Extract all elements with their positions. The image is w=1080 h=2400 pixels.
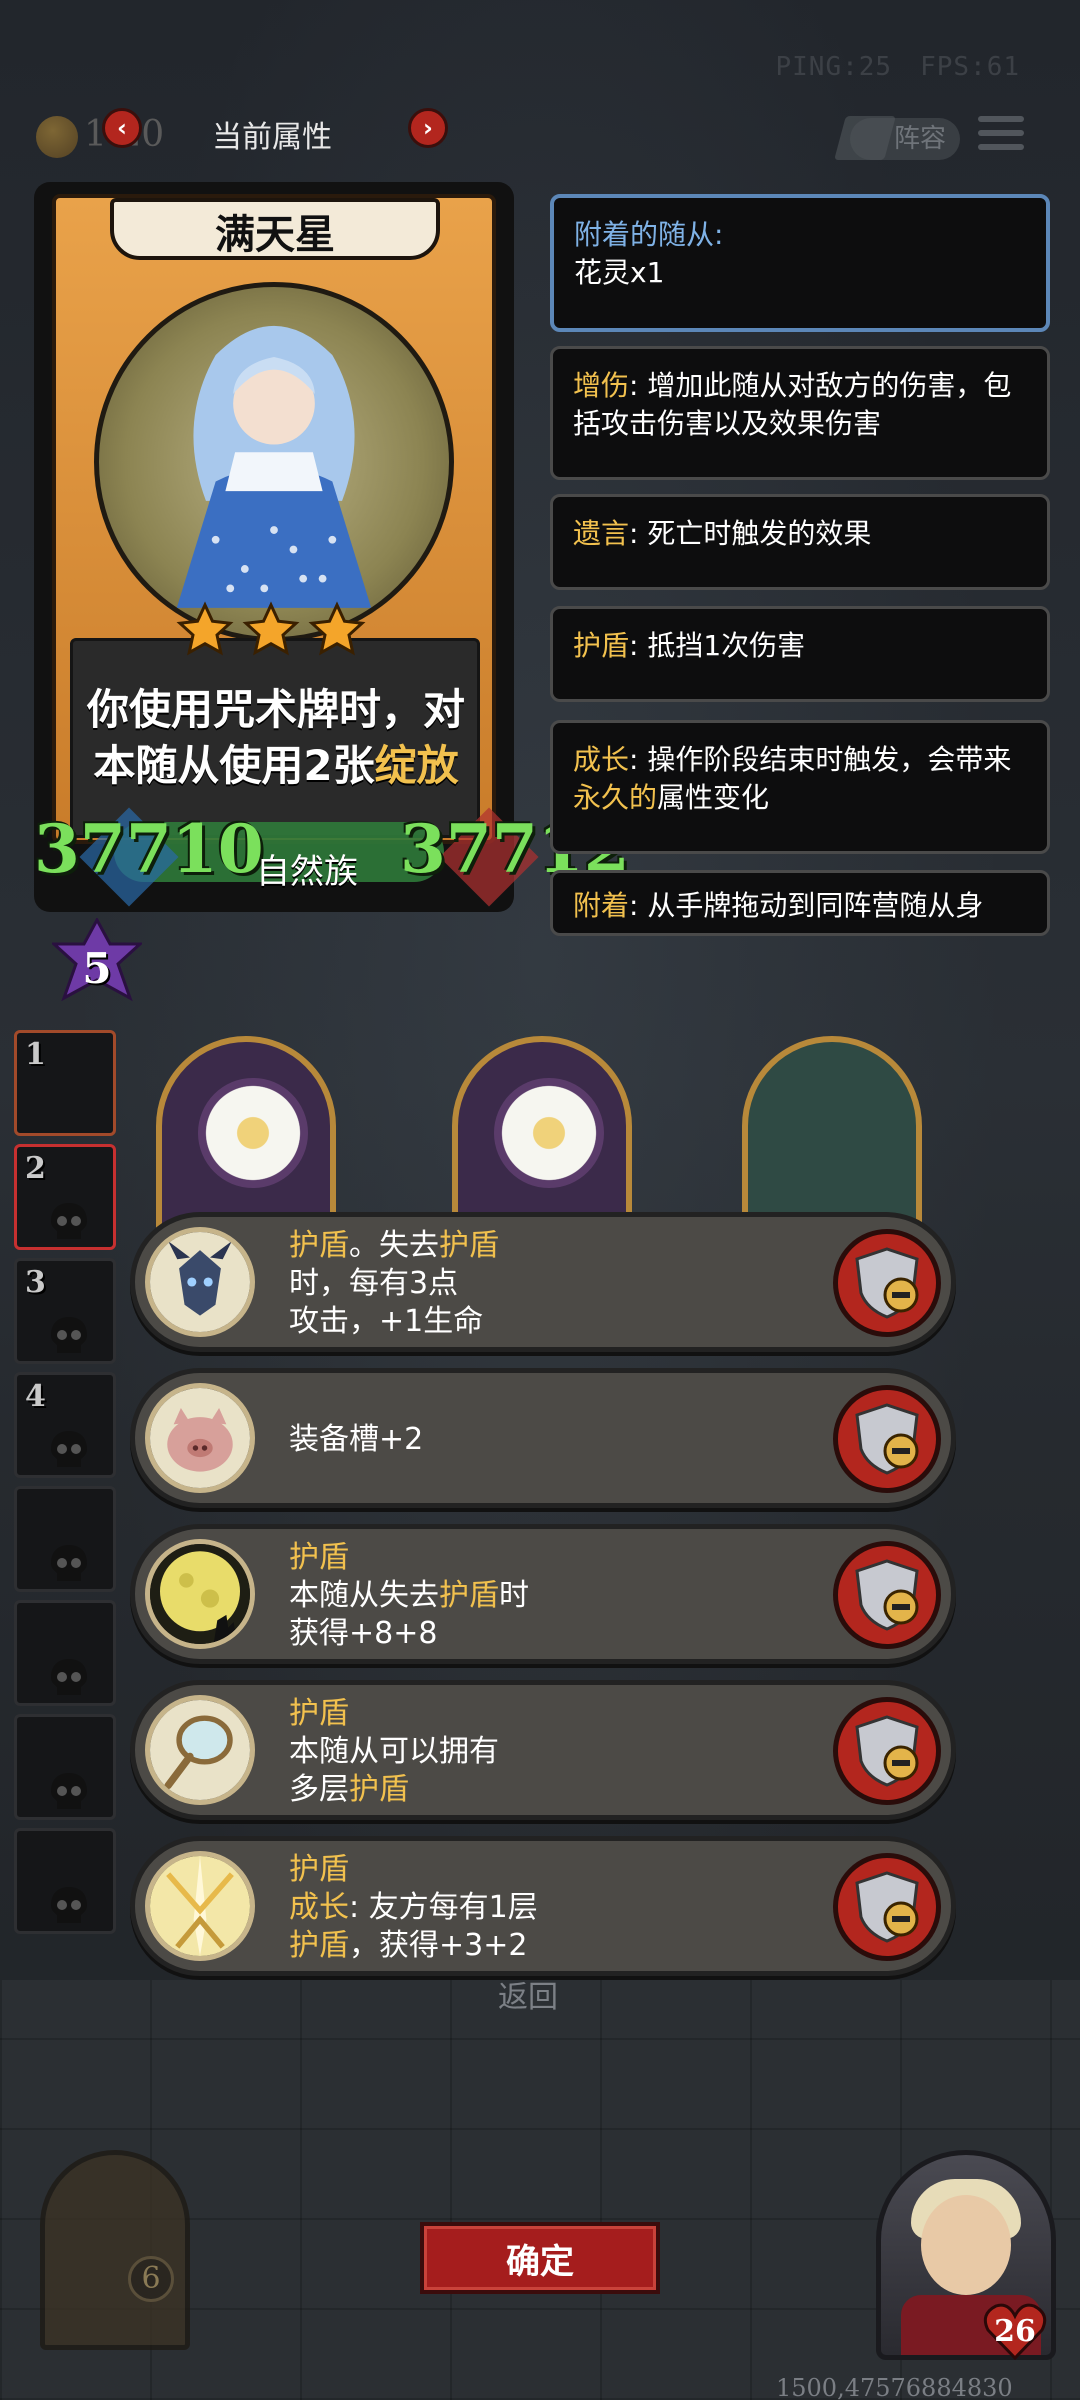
keyword-deathrattle-panel: 遗言: 死亡时触发的效果 xyxy=(550,494,1050,590)
bloom-keyword: 绽放 xyxy=(374,741,459,790)
keyword-attach-panel: 附着: 从手牌拖动到同阵营随从身 xyxy=(550,870,1050,936)
keyword-shield-desc: : 抵挡1次伤害 xyxy=(629,629,806,662)
confirm-button[interactable]: 确定 xyxy=(420,2222,660,2294)
shield-minus-icon xyxy=(855,1715,919,1787)
keyword-attach-desc: : 从手牌拖动到同阵营随从身 xyxy=(629,889,984,922)
attached-value: 花灵x1 xyxy=(574,256,665,289)
back-button[interactable]: 返回 xyxy=(498,1972,558,2016)
buff-text: 装备槽+2 xyxy=(289,1422,424,1457)
buff-row: 护盾 本随从可以拥有 多层护盾 xyxy=(130,1680,956,1820)
star-icon xyxy=(308,601,366,656)
hero-health: 26 xyxy=(994,2314,1036,2349)
keyword-growth-panel: 成长: 操作阶段结束时触发，会带来永久的属性变化 xyxy=(550,720,1050,854)
shield-minus-icon xyxy=(855,1559,919,1631)
card-desc-line2: 本随从使用2张绽放 xyxy=(93,741,459,790)
panel-title: 当前属性 xyxy=(212,120,332,155)
star-rating xyxy=(174,600,368,660)
skull-icon xyxy=(51,1431,87,1467)
ping-label: PING:25 xyxy=(775,52,893,82)
keyword-deathrattle: 遗言 xyxy=(573,517,630,550)
lineup-slot-7[interactable] xyxy=(14,1714,116,1820)
board-minion-1 xyxy=(156,1036,336,1236)
lineup-slot-6[interactable] xyxy=(14,1600,116,1706)
buff-row: 护盾 本随从失去护盾时 获得+8+8 xyxy=(130,1524,956,1664)
coin-icon xyxy=(36,116,78,158)
lineup-slot-3[interactable]: 3 xyxy=(14,1258,116,1364)
card-desc-line1: 你使用咒术牌时，对 xyxy=(86,685,465,734)
remove-shield-button[interactable] xyxy=(833,1229,941,1337)
buff-row: 护盾。失去护盾 时，每有3点 攻击，+1生命 xyxy=(130,1212,956,1352)
card-description: 你使用咒术牌时，对 本随从使用2张绽放 xyxy=(74,682,478,794)
lineup-slot-5[interactable] xyxy=(14,1486,116,1592)
skull-icon xyxy=(51,1659,87,1695)
remove-shield-button[interactable] xyxy=(833,1541,941,1649)
skull-icon xyxy=(51,1773,87,1809)
lineup-button[interactable]: 阵容 xyxy=(850,118,960,160)
lineup-slot-1[interactable]: 1 xyxy=(14,1030,116,1136)
remove-shield-button[interactable] xyxy=(833,1385,941,1493)
keyword-shield: 护盾 xyxy=(573,629,630,662)
remove-shield-button[interactable] xyxy=(833,1697,941,1805)
tavern-level: 5 xyxy=(82,944,112,993)
lineup-slot-2[interactable]: 2 xyxy=(14,1144,116,1250)
buff-text: 护盾。失去护盾 时，每有3点 攻击，+1生命 xyxy=(289,1228,499,1339)
attached-title: 附着的随从: xyxy=(574,218,724,251)
attached-minions-panel: 附着的随从: 花灵x1 xyxy=(550,194,1050,332)
star-icon xyxy=(176,601,234,656)
menu-icon[interactable] xyxy=(978,116,1024,156)
board-minion-3 xyxy=(742,1036,922,1236)
shield-minus-icon xyxy=(855,1871,919,1943)
skull-icon xyxy=(51,1203,87,1239)
coordinate-readout: 1500,47576884830 xyxy=(776,2374,1013,2400)
buff-row: 护盾 成长: 友方每有1层 护盾，获得+3+2 xyxy=(130,1836,956,1976)
keyword-deathrattle-desc: : 死亡时触发的效果 xyxy=(629,517,872,550)
lineup-slot-8[interactable] xyxy=(14,1828,116,1934)
buff-text: 护盾 成长: 友方每有1层 护盾，获得+3+2 xyxy=(289,1852,538,1963)
prev-arrow-button[interactable]: ‹ xyxy=(102,108,142,148)
buff-row: 装备槽+2 xyxy=(130,1368,956,1508)
skull-icon xyxy=(51,1317,87,1353)
attack-value: 37710 xyxy=(34,810,264,888)
network-stats: PING:25 FPS:61 xyxy=(748,52,1021,82)
shield-minus-icon xyxy=(855,1403,919,1475)
minion-card: 满天星 你使用咒术牌时，对 本随从使用2张绽放 37710 自然族 37712 xyxy=(34,182,630,912)
keyword-shield-panel: 护盾: 抵挡1次伤害 xyxy=(550,606,1050,702)
tribe-label: 自然族 xyxy=(256,852,358,892)
tavern-door[interactable] xyxy=(40,2150,190,2350)
lineup-slot-4[interactable]: 4 xyxy=(14,1372,116,1478)
mirror-icon xyxy=(145,1695,255,1805)
skull-icon xyxy=(51,1545,87,1581)
fps-label: FPS:61 xyxy=(920,52,1020,82)
buff-text: 护盾 本随从失去护盾时 获得+8+8 xyxy=(289,1540,529,1651)
board-minion-2 xyxy=(452,1036,632,1236)
buff-text: 护盾 本随从可以拥有 多层护盾 xyxy=(289,1696,499,1807)
door-count: 6 xyxy=(128,2256,174,2302)
star-icon xyxy=(242,601,300,656)
keyword-damage-desc: : 增加此随从对敌方的伤害，包括攻击伤害以及效果伤害 xyxy=(573,369,1012,440)
card-name: 满天星 xyxy=(215,212,335,258)
skull-icon xyxy=(51,1887,87,1923)
keyword-growth: 成长 xyxy=(573,743,630,776)
light-sword-icon xyxy=(145,1851,255,1961)
moon-icon xyxy=(145,1539,255,1649)
demon-mask-icon xyxy=(145,1227,255,1337)
card-portrait xyxy=(94,282,454,642)
keyword-damage-panel: 增伤: 增加此随从对敌方的伤害，包括攻击伤害以及效果伤害 xyxy=(550,346,1050,480)
remove-shield-button[interactable] xyxy=(833,1853,941,1961)
next-arrow-button[interactable]: › xyxy=(408,108,448,148)
keyword-damage: 增伤 xyxy=(573,369,630,402)
shield-minus-icon xyxy=(855,1247,919,1319)
keyword-attach: 附着 xyxy=(573,889,630,922)
pig-icon xyxy=(145,1383,255,1493)
